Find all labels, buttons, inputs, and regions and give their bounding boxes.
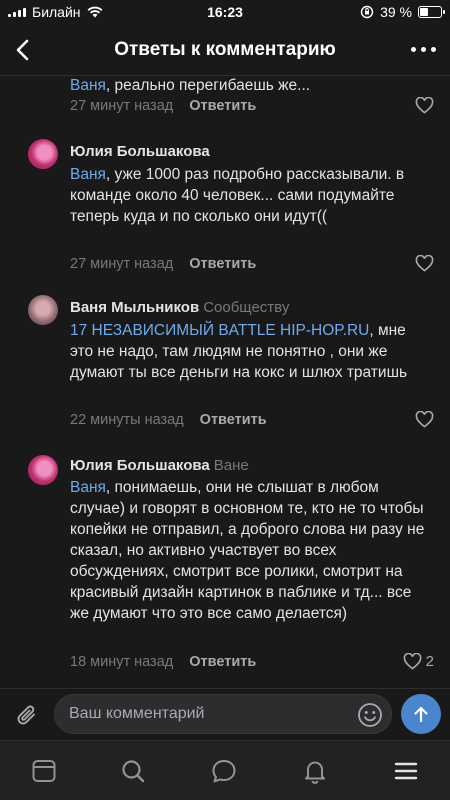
- page-title: Ответы к комментарию: [114, 39, 336, 60]
- like-count: 2: [425, 653, 434, 670]
- messages-icon[interactable]: [210, 757, 238, 785]
- mention-link[interactable]: Ваня: [70, 166, 106, 183]
- comment-header: Юлия Большакова Ване: [70, 457, 249, 474]
- heart-icon: [415, 255, 434, 272]
- comment-input-placeholder: Ваш комментарий: [69, 705, 205, 722]
- avatar[interactable]: [28, 295, 58, 325]
- heart-icon: [415, 411, 434, 428]
- comment-time: 27 минут назад: [70, 256, 174, 272]
- like-button[interactable]: [415, 255, 434, 272]
- comment-text: Ваня, понимаешь, они не слышат в любом с…: [70, 479, 425, 622]
- news-icon[interactable]: [30, 757, 58, 785]
- menu-icon[interactable]: [392, 757, 420, 785]
- status-right: 39 %: [360, 4, 445, 20]
- comment-meta: 18 минут назад Ответить: [70, 654, 256, 670]
- comment-header: Ваня Мыльников Сообществу: [70, 299, 289, 316]
- smile-icon[interactable]: [357, 702, 383, 728]
- like-button[interactable]: [415, 411, 434, 428]
- comment-text: Ваня, реально перегибаешь же...: [70, 77, 311, 94]
- comment-input[interactable]: Ваш комментарий: [54, 694, 392, 734]
- send-button[interactable]: [401, 694, 441, 734]
- mention-link[interactable]: Ваня: [70, 479, 106, 496]
- comment-meta: 27 минут назад Ответить: [70, 98, 256, 114]
- battery-percent: 39 %: [380, 4, 412, 20]
- reply-button[interactable]: Ответить: [189, 98, 256, 114]
- comment-meta: 22 минуты назад Ответить: [70, 412, 267, 428]
- battery-icon: [418, 6, 445, 18]
- comment-time: 22 минуты назад: [70, 412, 184, 428]
- comment-time: 27 минут назад: [70, 98, 174, 114]
- reply-to-label: Ване: [213, 457, 249, 474]
- paperclip-icon[interactable]: [14, 703, 40, 729]
- tab-bar: [0, 740, 450, 800]
- status-bar: Билайн 16:23 39 %: [0, 0, 450, 24]
- like-button[interactable]: 2: [403, 653, 434, 670]
- comment-text: Ваня, уже 1000 раз подробно рассказывали…: [70, 166, 405, 225]
- heart-icon: [415, 97, 434, 114]
- avatar[interactable]: [28, 139, 58, 169]
- mention-link[interactable]: 17 НЕЗАВИСИМЫЙ BATTLE HIP-HOP.RU: [70, 322, 369, 339]
- comment-composer: Ваш комментарий: [0, 688, 450, 740]
- reply-button[interactable]: Ответить: [189, 256, 256, 272]
- comments-feed[interactable]: Ваня, реально перегибаешь же... 27 минут…: [0, 77, 450, 688]
- author-name[interactable]: Юлия Большакова: [70, 457, 210, 474]
- reply-to-label: Сообществу: [203, 299, 290, 316]
- send-arrow-icon: [414, 706, 428, 723]
- notifications-icon[interactable]: [301, 757, 329, 785]
- reply-button[interactable]: Ответить: [200, 412, 267, 428]
- comment-time: 18 минут назад: [70, 654, 174, 670]
- author-name[interactable]: Юлия Большакова: [70, 143, 210, 160]
- search-icon[interactable]: [119, 757, 147, 785]
- header: Ответы к комментарию: [0, 24, 450, 76]
- avatar[interactable]: [28, 455, 58, 485]
- reply-button[interactable]: Ответить: [189, 654, 256, 670]
- orientation-lock-icon: [360, 5, 374, 19]
- comment-header: Юлия Большакова: [70, 143, 210, 160]
- more-dots-icon[interactable]: [411, 47, 436, 52]
- mention-link[interactable]: Ваня: [70, 77, 106, 94]
- author-name[interactable]: Ваня Мыльников: [70, 299, 199, 316]
- comment-meta: 27 минут назад Ответить: [70, 256, 256, 272]
- heart-icon: [403, 653, 421, 670]
- like-button[interactable]: [415, 97, 434, 114]
- comment-text: 17 НЕЗАВИСИМЫЙ BATTLE HIP-HOP.RU, мне эт…: [70, 322, 408, 381]
